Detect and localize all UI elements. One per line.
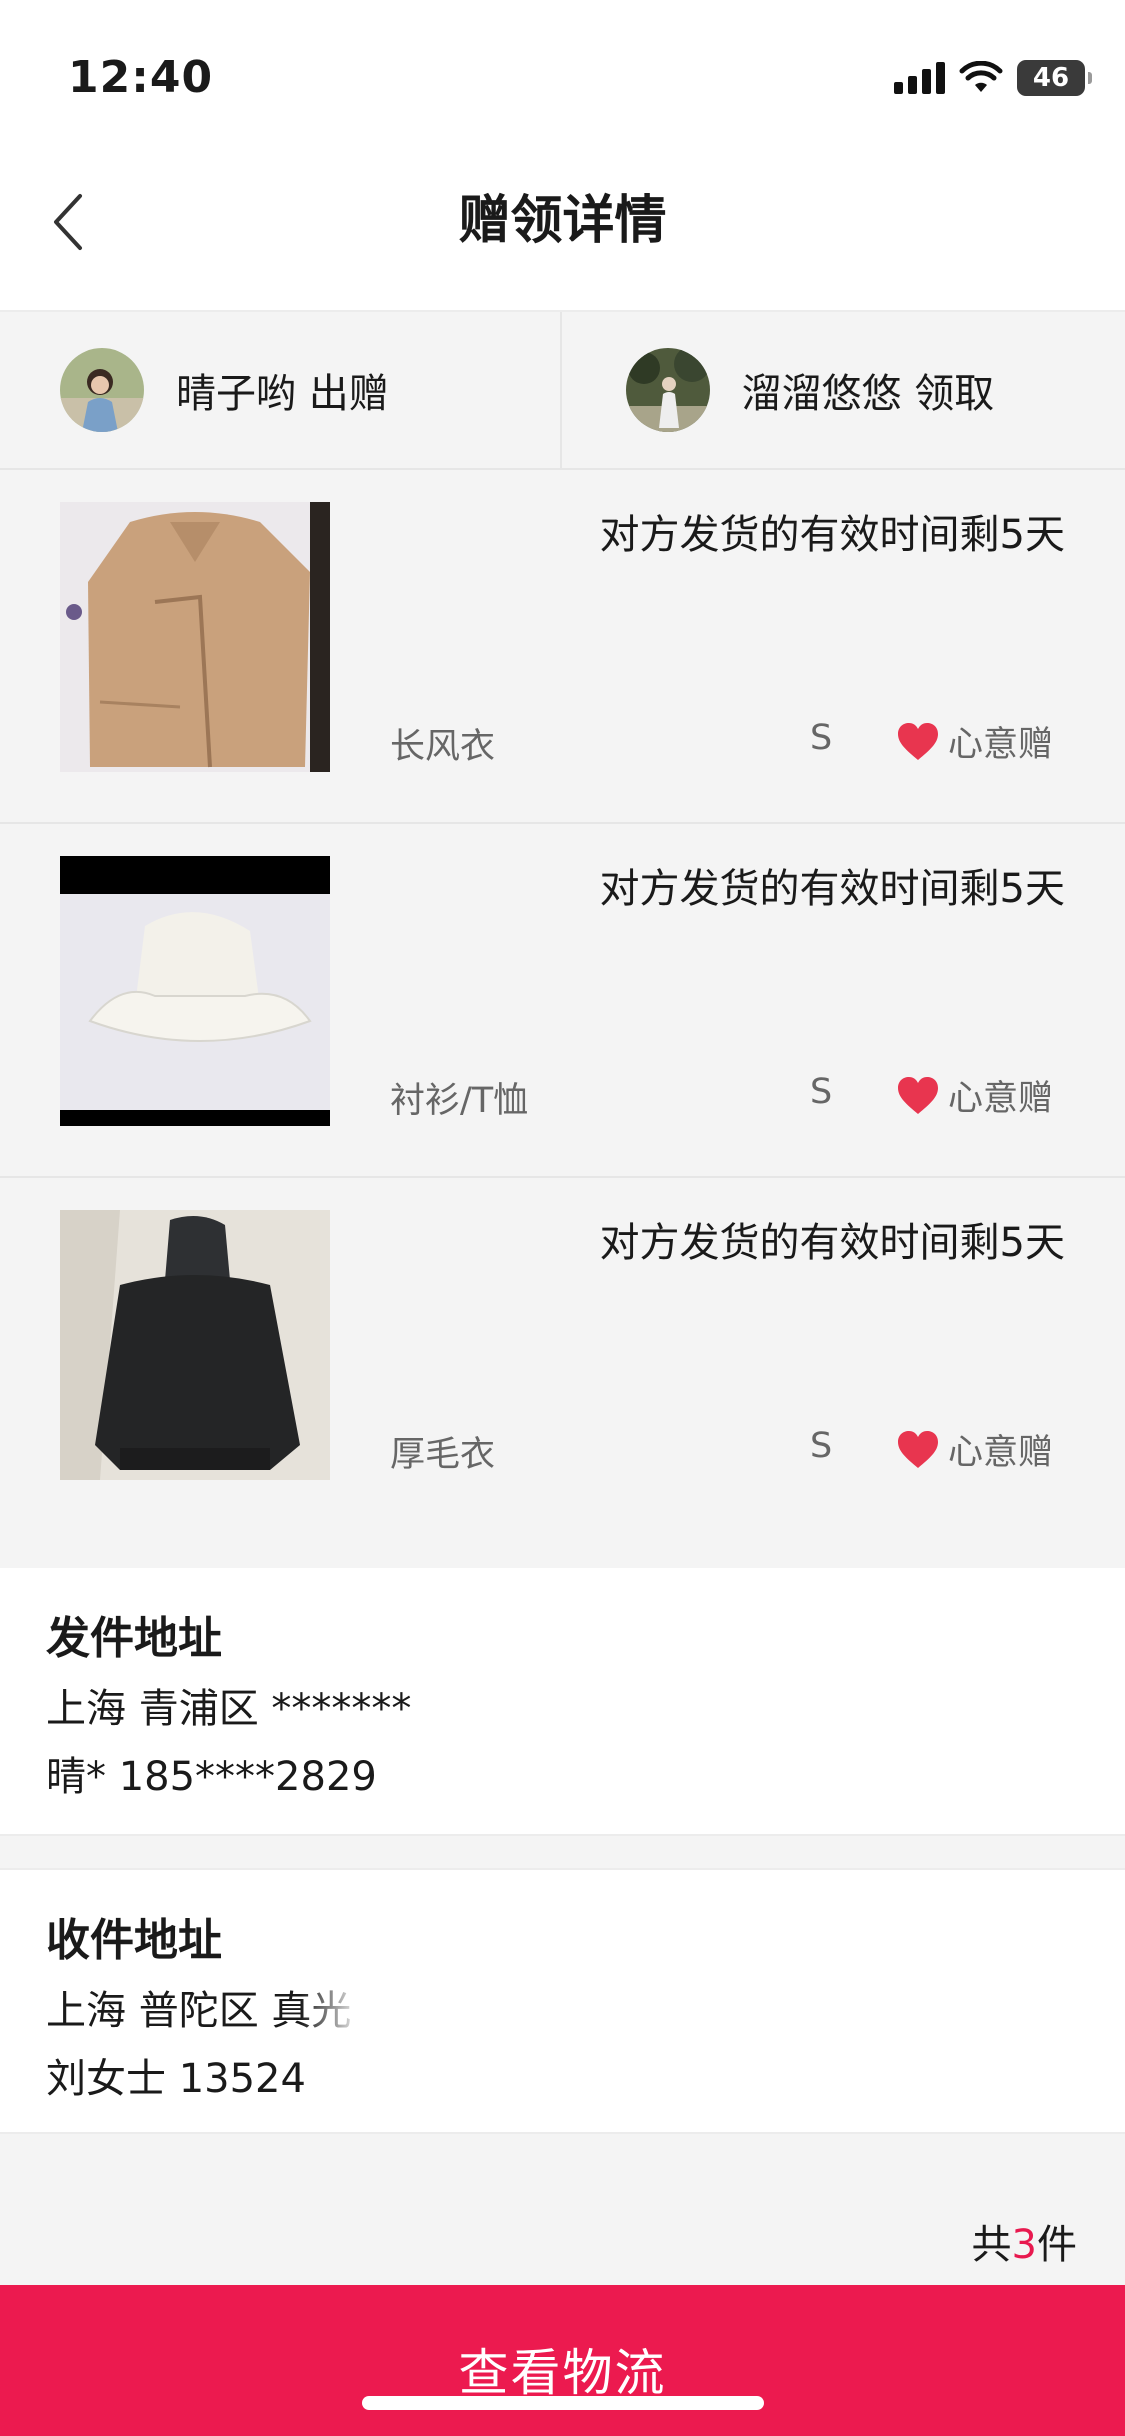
item-size: S xyxy=(810,1072,833,1112)
list-item[interactable]: 对方发货的有效时间剩5天 长风衣 S 心意赠 xyxy=(0,470,1125,824)
status-bar: 12:40 46 xyxy=(0,0,1125,140)
users-row: 晴子哟 出赠 溜溜悠悠 领取 xyxy=(0,312,1125,470)
item-size: S xyxy=(810,1426,833,1466)
giver-label: 晴子哟 出赠 xyxy=(176,371,389,417)
receiver-cell[interactable]: 溜溜悠悠 领取 xyxy=(562,312,1125,468)
list-item[interactable]: 对方发货的有效时间剩5天 厚毛衣 S 心意赠 xyxy=(0,1178,1125,1532)
send-address-contact: 晴* 185****2829 xyxy=(46,1754,377,1800)
list-item[interactable]: 对方发货的有效时间剩5天 衬衫/T恤 S 心意赠 xyxy=(0,824,1125,1178)
gift-type-label: 心意赠 xyxy=(948,1079,1054,1119)
item-image-hat xyxy=(60,856,330,1126)
ship-time-text: 对方发货的有效时间剩5天 xyxy=(599,512,1065,558)
item-image-coat xyxy=(60,502,330,772)
ship-time-text: 对方发货的有效时间剩5天 xyxy=(599,1220,1065,1266)
home-indicator xyxy=(362,2396,764,2410)
send-address-title: 发件地址 xyxy=(46,1613,222,1664)
gift-type-label: 心意赠 xyxy=(948,1433,1054,1473)
wifi-icon xyxy=(959,61,1003,92)
ship-time-text: 对方发货的有效时间剩5天 xyxy=(599,866,1065,912)
gift-type-badge: 心意赠 xyxy=(896,1424,1053,1475)
gift-type-badge: 心意赠 xyxy=(896,716,1053,767)
nav-bar: 赠领详情 xyxy=(0,140,1125,312)
item-name: 衬衫/T恤 xyxy=(390,1081,529,1121)
receive-address-title: 收件地址 xyxy=(46,1915,222,1966)
send-address-region: 上海 青浦区 ******* xyxy=(46,1686,412,1732)
item-count-number: 3 xyxy=(1011,2222,1037,2268)
item-name: 长风衣 xyxy=(390,727,496,767)
status-icons: 46 xyxy=(894,60,1092,96)
privacy-blur xyxy=(300,1966,1125,2116)
item-list: 对方发货的有效时间剩5天 长风衣 S 心意赠 对方发货的有效时间剩5天 衬衫/T… xyxy=(0,470,1125,1532)
heart-icon xyxy=(898,722,938,760)
item-name: 厚毛衣 xyxy=(390,1435,496,1475)
item-count-suffix: 件 xyxy=(1037,2222,1077,2268)
receiver-label: 溜溜悠悠 领取 xyxy=(741,371,995,417)
receive-address-card: 收件地址 上海 普陀区 真光 刘女士 13524 xyxy=(0,1868,1125,2134)
giver-cell[interactable]: 晴子哟 出赠 xyxy=(0,312,562,468)
heart-icon xyxy=(898,1076,938,1114)
heart-icon xyxy=(898,1430,938,1468)
item-count: 共3件 xyxy=(972,2212,1077,2270)
gift-type-badge: 心意赠 xyxy=(896,1070,1053,1121)
view-logistics-button[interactable]: 查看物流 xyxy=(0,2285,1125,2436)
item-count-prefix: 共 xyxy=(971,2222,1012,2268)
status-time: 12:40 xyxy=(68,52,214,103)
page-title: 赠领详情 xyxy=(458,191,667,251)
view-logistics-label: 查看物流 xyxy=(458,2344,667,2402)
send-address-card: 发件地址 上海 青浦区 ******* 晴* 185****2829 xyxy=(0,1568,1125,1836)
signal-icon xyxy=(894,62,945,94)
battery-icon: 46 xyxy=(1017,60,1092,96)
item-size: S xyxy=(810,718,833,758)
item-image-sweater xyxy=(60,1210,330,1480)
gift-type-label: 心意赠 xyxy=(948,725,1054,765)
receiver-avatar xyxy=(625,348,710,432)
receive-address-contact: 刘女士 13524 xyxy=(46,2056,306,2102)
giver-avatar xyxy=(60,348,144,432)
